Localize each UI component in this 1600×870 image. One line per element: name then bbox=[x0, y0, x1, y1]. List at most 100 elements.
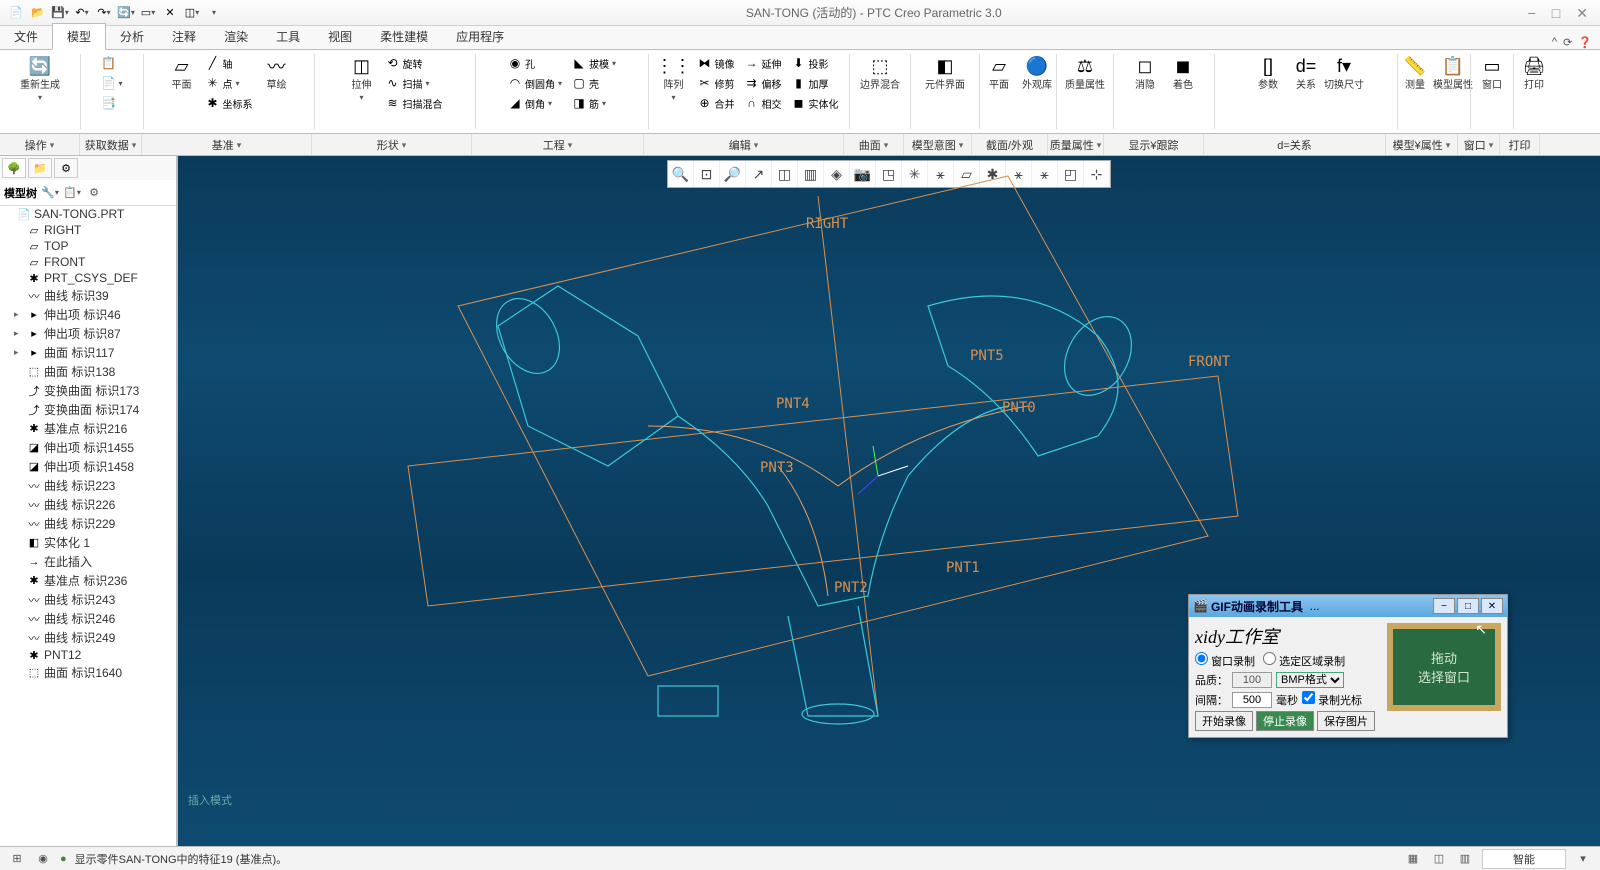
sweep-button[interactable]: ∿扫描▾ bbox=[384, 74, 445, 92]
tree-item[interactable]: ◪伸出项 标识1455 bbox=[0, 438, 176, 457]
extrude-button[interactable]: ◫拉伸▾ bbox=[344, 52, 380, 114]
ribbon-group-模型¥属性[interactable]: 模型¥属性 bbox=[1386, 134, 1458, 155]
save-image-button[interactable]: 保存图片 bbox=[1317, 711, 1375, 731]
revolve-button[interactable]: ⟲旋转 bbox=[384, 54, 445, 72]
ribbon-group-质量属性[interactable]: 质量属性 bbox=[1048, 134, 1104, 155]
ribbon-group-形状[interactable]: 形状 bbox=[312, 134, 472, 155]
ribbon-group-获取数据[interactable]: 获取数据 bbox=[80, 134, 142, 155]
refresh-icon[interactable]: ⟳ bbox=[1563, 36, 1572, 49]
draft-button[interactable]: ◣拔模▾ bbox=[570, 54, 618, 72]
mirror-button[interactable]: ⧓镜像 bbox=[696, 54, 737, 72]
shade-button[interactable]: ◼着色 bbox=[1165, 52, 1201, 93]
tree-item[interactable]: ✱PRT_CSYS_DEF bbox=[0, 270, 176, 286]
close-win-icon[interactable]: ✕ bbox=[160, 3, 180, 23]
extend-button[interactable]: →延伸 bbox=[743, 54, 784, 72]
tab-render[interactable]: 渲染 bbox=[210, 24, 262, 49]
tree-filter-icon[interactable]: 🔧▾ bbox=[41, 184, 59, 202]
filter-icon[interactable]: ▦ bbox=[1404, 850, 1422, 868]
tab-apps[interactable]: 应用程序 bbox=[442, 24, 518, 49]
solidify-button[interactable]: ◼实体化 bbox=[790, 94, 841, 112]
sidebar-tab-tree[interactable]: 🌳 bbox=[2, 158, 26, 178]
tree-item[interactable]: ▸▸伸出项 标识46 bbox=[0, 305, 176, 324]
interval-input[interactable] bbox=[1232, 692, 1272, 708]
tree-item[interactable]: →在此插入 bbox=[0, 552, 176, 571]
tree-item[interactable]: ▱RIGHT bbox=[0, 222, 176, 238]
recorder-maximize-icon[interactable]: □ bbox=[1457, 598, 1479, 614]
blend-button[interactable]: ≋扫描混合 bbox=[384, 94, 445, 112]
model-tree[interactable]: 📄SAN-TONG.PRT▱RIGHT▱TOP▱FRONT✱PRT_CSYS_D… bbox=[0, 206, 176, 846]
sketch-button[interactable]: 〰草绘 bbox=[259, 52, 295, 114]
recorder-titlebar[interactable]: 🎬 GIF动画录制工具 ... − □ ✕ bbox=[1189, 595, 1507, 617]
recorder-minimize-icon[interactable]: − bbox=[1433, 598, 1455, 614]
thicken-button[interactable]: ▮加厚 bbox=[790, 74, 841, 92]
switch-dims-button[interactable]: f▾切换尺寸 bbox=[1326, 52, 1362, 93]
tree-item[interactable]: ▱TOP bbox=[0, 238, 176, 254]
ribbon-group-编辑[interactable]: 编辑 bbox=[644, 134, 844, 155]
tree-root[interactable]: 📄SAN-TONG.PRT bbox=[0, 206, 176, 222]
new-icon[interactable]: 📄 bbox=[6, 3, 26, 23]
geom-filter-icon[interactable]: ◫ bbox=[1430, 850, 1448, 868]
ribbon-group-曲面[interactable]: 曲面 bbox=[844, 134, 904, 155]
sidebar-tab-folder[interactable]: 📁 bbox=[28, 158, 52, 178]
project-button[interactable]: ⬇投影 bbox=[790, 54, 841, 72]
tab-model[interactable]: 模型 bbox=[52, 23, 106, 50]
drag-select-window-target[interactable]: ↖ 拖动 选择窗口 bbox=[1387, 623, 1501, 711]
tab-file[interactable]: 文件 bbox=[0, 24, 52, 49]
tree-item[interactable]: 〰曲线 标识246 bbox=[0, 609, 176, 628]
measure-button[interactable]: 📏测量 bbox=[1397, 52, 1433, 93]
appearance-lib-button[interactable]: 🔵外观库 bbox=[1019, 52, 1055, 93]
save-icon[interactable]: 💾▾ bbox=[50, 3, 70, 23]
stop-record-button[interactable]: 停止录像 bbox=[1256, 711, 1314, 731]
print-button[interactable]: 🖨打印 bbox=[1516, 52, 1552, 93]
tree-item[interactable]: ⬚曲面 标识1640 bbox=[0, 663, 176, 682]
mass-props-button[interactable]: ⚖质量属性 bbox=[1067, 52, 1103, 93]
ribbon-group-截面/外观[interactable]: 截面/外观 bbox=[972, 134, 1048, 155]
status-icon-1[interactable]: ⊞ bbox=[8, 850, 26, 868]
recorder-close-icon[interactable]: ✕ bbox=[1481, 598, 1503, 614]
quality-input[interactable] bbox=[1232, 672, 1272, 688]
tree-item[interactable]: ▸▸曲面 标识117 bbox=[0, 343, 176, 362]
3d-viewport[interactable]: 🔍 ⊡ 🔎 ↗ ◫ ▥ ◈ 📷 ◳ ✳ ⚹ ▱ ✱ ⚹ ⚹ ◰ ⊹ bbox=[178, 156, 1600, 846]
start-record-button[interactable]: 开始录像 bbox=[1195, 711, 1253, 731]
ribbon-min-icon[interactable]: ^ bbox=[1552, 36, 1557, 49]
ribbon-group-工程[interactable]: 工程 bbox=[472, 134, 644, 155]
paste-button[interactable]: 📄▾ bbox=[99, 74, 124, 92]
shell-button[interactable]: ▢壳 bbox=[570, 74, 618, 92]
sel-filter-icon[interactable]: ▥ bbox=[1456, 850, 1474, 868]
maximize-icon[interactable]: □ bbox=[1548, 4, 1564, 22]
parameters-button[interactable]: []参数 bbox=[1250, 52, 1286, 93]
regen-icon[interactable]: 🔄▾ bbox=[116, 3, 136, 23]
minimize-icon[interactable]: − bbox=[1524, 4, 1540, 22]
copy-button[interactable]: 📋 bbox=[99, 54, 124, 72]
offset-button[interactable]: ⇉偏移 bbox=[743, 74, 784, 92]
qat-customize-icon[interactable]: ▾ bbox=[204, 3, 224, 23]
undo-icon[interactable]: ↶▾ bbox=[72, 3, 92, 23]
tree-item[interactable]: ✱PNT12 bbox=[0, 647, 176, 663]
record-cursor-checkbox[interactable]: 录制光标 bbox=[1302, 691, 1362, 708]
open-icon[interactable]: 📂 bbox=[28, 3, 48, 23]
status-icon-2[interactable]: ◉ bbox=[34, 850, 52, 868]
smart-label[interactable]: 智能 bbox=[1482, 849, 1566, 869]
tree-item[interactable]: 〰曲线 标识243 bbox=[0, 590, 176, 609]
tree-settings-icon[interactable]: ⚙ bbox=[85, 184, 103, 202]
relations-button[interactable]: d=关系 bbox=[1288, 52, 1324, 93]
round-button[interactable]: ◠倒圆角▾ bbox=[506, 74, 564, 92]
component-ui-button[interactable]: ◧元件界面 bbox=[927, 52, 963, 93]
tree-item[interactable]: ◧实体化 1 bbox=[0, 533, 176, 552]
tree-item[interactable]: 〰曲线 标识223 bbox=[0, 476, 176, 495]
tree-item[interactable]: 〰曲线 标识226 bbox=[0, 495, 176, 514]
tree-item[interactable]: ⤴变换曲面 标识174 bbox=[0, 400, 176, 419]
tree-item[interactable]: 〰曲线 标识229 bbox=[0, 514, 176, 533]
tree-item[interactable]: ✱基准点 标识216 bbox=[0, 419, 176, 438]
redo-icon[interactable]: ↷▾ bbox=[94, 3, 114, 23]
gif-recorder-window[interactable]: 🎬 GIF动画录制工具 ... − □ ✕ xidy工作室 窗口录制 选定区域录… bbox=[1188, 594, 1508, 738]
tab-flex[interactable]: 柔性建模 bbox=[366, 24, 442, 49]
tab-view[interactable]: 视图 bbox=[314, 24, 366, 49]
hide-button[interactable]: ◻消隐 bbox=[1127, 52, 1163, 93]
tree-show-icon[interactable]: 📋▾ bbox=[63, 184, 81, 202]
radio-region-record[interactable]: 选定区域录制 bbox=[1263, 652, 1345, 669]
section-plane-button[interactable]: ▱平面 bbox=[981, 52, 1017, 93]
ribbon-group-d=关系[interactable]: d=关系 bbox=[1204, 134, 1386, 155]
ribbon-group-打印[interactable]: 打印 bbox=[1500, 134, 1540, 155]
box-icon[interactable]: ◫▾ bbox=[182, 3, 202, 23]
